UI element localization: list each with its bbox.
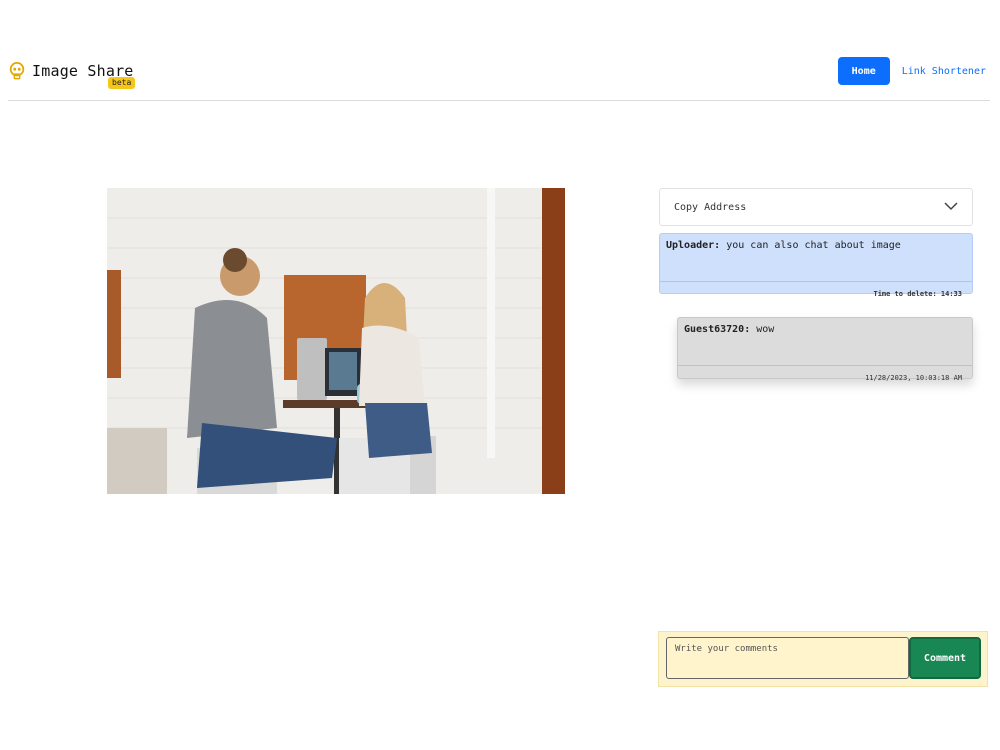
top-navbar: Image Share beta Home Link Shortener — [8, 50, 990, 101]
comment-input[interactable] — [666, 637, 909, 679]
comment-form: Comment — [658, 631, 988, 687]
skull-logo-icon — [9, 62, 25, 80]
message-body: Uploader: you can also chat about image — [660, 234, 972, 282]
copy-address-dropdown[interactable]: Copy Address — [659, 188, 973, 226]
comment-button[interactable]: Comment — [909, 637, 981, 679]
message-meta: 11/28/2023, 10:03:18 AM — [865, 374, 962, 382]
shared-image-illustration — [107, 188, 565, 494]
beta-badge: beta — [108, 77, 136, 89]
chat-message-guest: Guest63720: wow 11/28/2023, 10:03:18 AM — [677, 317, 973, 382]
shared-image — [107, 188, 565, 494]
home-button[interactable]: Home — [837, 57, 890, 85]
message-author: Guest63720: — [684, 324, 751, 335]
chevron-down-icon — [944, 202, 958, 211]
message-meta: Time to delete: 14:33 — [873, 290, 962, 298]
copy-address-label: Copy Address — [674, 202, 747, 213]
message-author: Uploader: — [666, 240, 721, 251]
nav-links: Home Link Shortener — [837, 57, 986, 85]
message-text: you can also chat about image — [726, 240, 901, 251]
chat-message-uploader: Uploader: you can also chat about image … — [659, 233, 973, 298]
link-shortener-link[interactable]: Link Shortener — [902, 66, 986, 77]
message-text: wow — [756, 324, 775, 335]
message-body: Guest63720: wow — [678, 318, 972, 366]
